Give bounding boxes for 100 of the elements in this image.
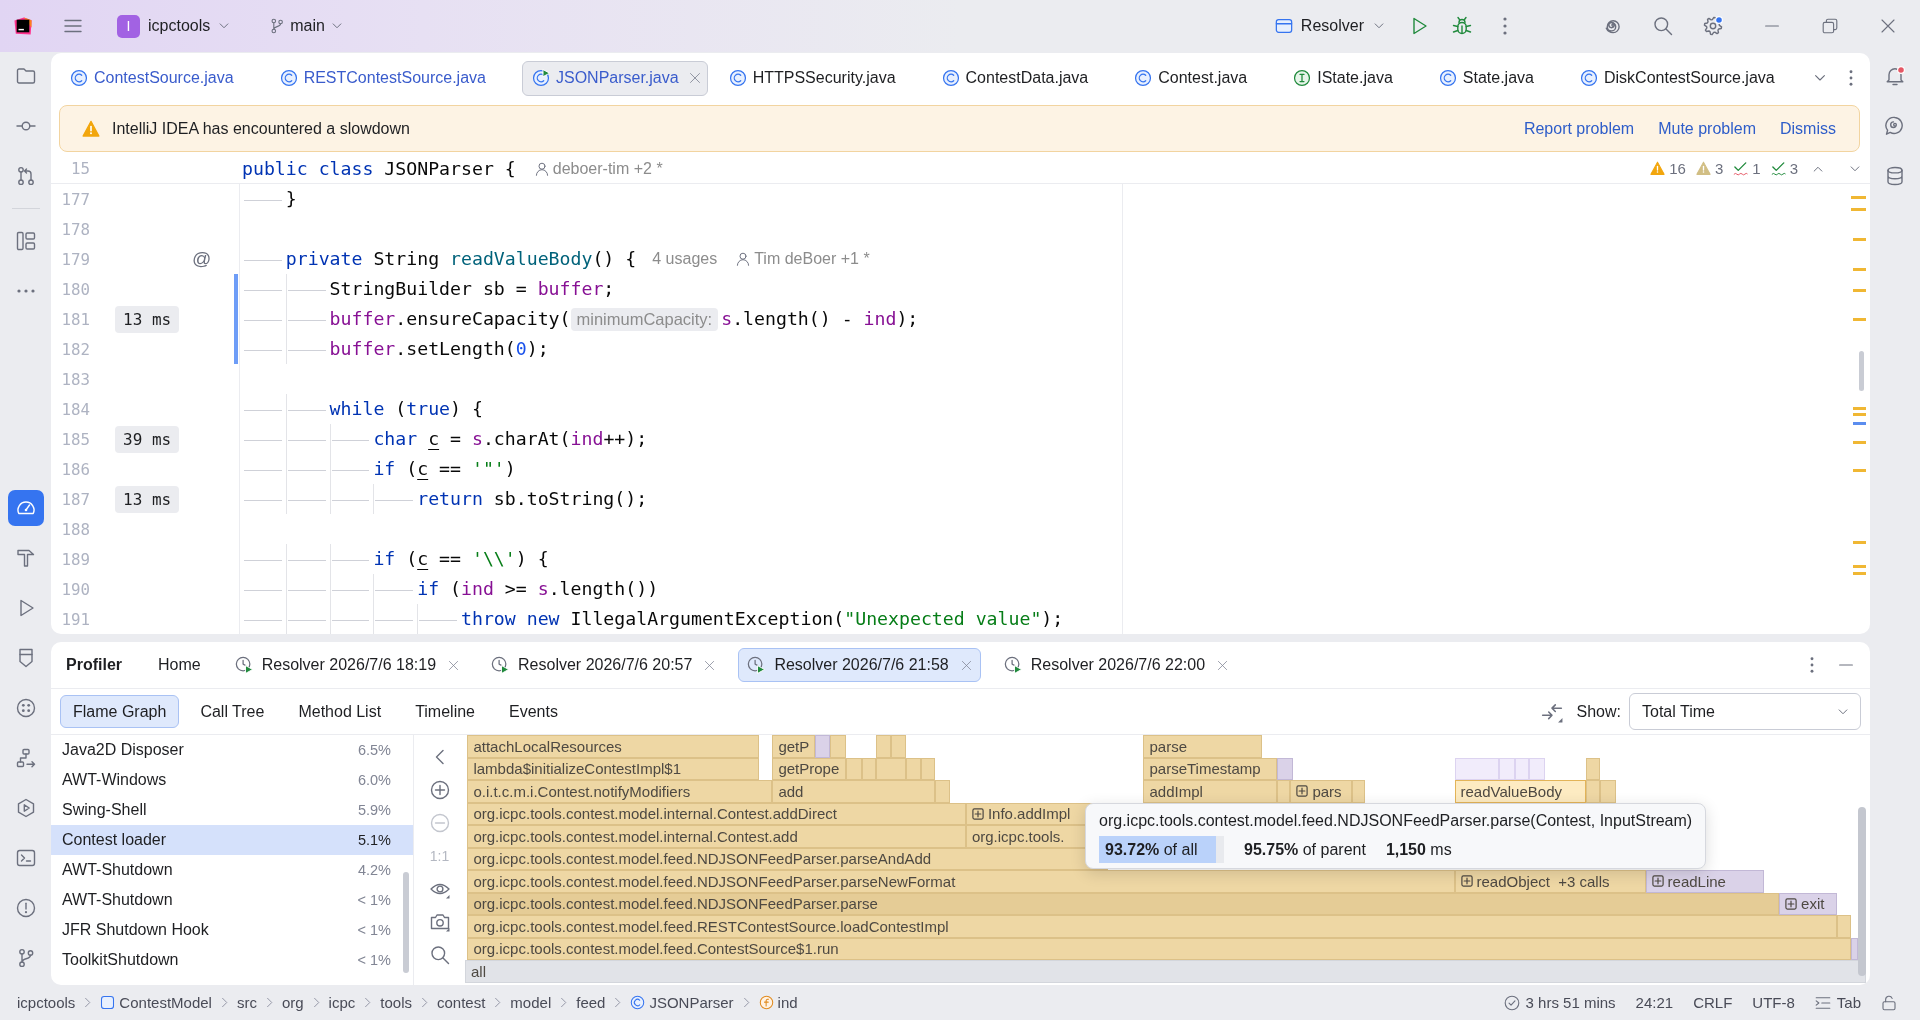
flame-frame[interactable]: org.icpc.tools.contest.model.feed.NDJSONFeedParser.parse — [467, 892, 1780, 915]
close-icon[interactable] — [1880, 18, 1896, 34]
inspection-counter[interactable]: 3 — [1770, 160, 1798, 177]
unlock-icon[interactable] — [1881, 994, 1897, 1011]
view-tab[interactable]: Call Tree — [187, 695, 278, 728]
expand-icon[interactable] — [971, 807, 984, 820]
flame-frame[interactable]: org.icpc.tools.contest.model.feed.ContestSource$1.run — [467, 937, 1852, 960]
gauge-icon[interactable] — [7, 490, 44, 526]
breadcrumb[interactable]: ContestModel — [100, 994, 212, 1011]
banner-link[interactable]: Dismiss — [1780, 119, 1836, 138]
inspection-counter[interactable]: 1 — [1733, 160, 1761, 177]
settings-icon[interactable] — [1703, 16, 1723, 36]
search-icon[interactable] — [1653, 16, 1673, 36]
editor-tab[interactable]: HTTPSSecurity.java — [718, 60, 921, 96]
view-tab[interactable]: Timeline — [402, 695, 488, 728]
close-icon[interactable] — [960, 659, 972, 671]
flame-frame[interactable]: org.icpc.tools.contest.model.feed.RESTContestSource.loadContestImpl — [467, 915, 1837, 938]
terminal-icon[interactable] — [15, 848, 36, 868]
change-marker[interactable] — [234, 304, 238, 334]
thread-row[interactable]: AWT-Shutdown 4.2% — [51, 855, 413, 885]
thread-row[interactable]: Java2D Disposer 6.5% — [51, 735, 413, 765]
bell-icon[interactable] — [1885, 66, 1905, 86]
editor-tab[interactable]: ContestSource.java — [60, 60, 259, 96]
file-encoding[interactable]: UTF-8 — [1752, 994, 1795, 1011]
play-hexagon-icon[interactable] — [15, 798, 36, 818]
editor-tab[interactable]: DiskContestSource.java — [1569, 60, 1800, 96]
dots-circle-icon[interactable] — [15, 698, 36, 718]
flame-frame[interactable]: parse — [1143, 735, 1263, 758]
thread-row[interactable]: AWT-Windows 6.0% — [51, 765, 413, 795]
profiler-tab[interactable]: Resolver 2026/7/6 18:19 — [225, 648, 469, 682]
scrollbar-thumb[interactable] — [403, 872, 409, 973]
flame-frame[interactable]: add — [772, 780, 936, 803]
run-configuration-selector[interactable]: Resolver — [1274, 17, 1386, 35]
app-logo[interactable] — [14, 17, 32, 35]
expand-icon[interactable] — [1785, 897, 1798, 910]
vcs-time[interactable]: 3 hrs 51 mins — [1503, 994, 1616, 1011]
flame-frame[interactable]: o.i.t.c.m.i.Contest.notifyModifiers — [467, 780, 773, 803]
branch-selector[interactable]: main — [269, 17, 344, 35]
editor-tab[interactable]: JSONParser.java — [521, 60, 708, 96]
restore-icon[interactable] — [1822, 18, 1838, 34]
structure-icon[interactable] — [15, 231, 36, 251]
thread-row[interactable]: Swing-Shell 5.9% — [51, 795, 413, 825]
bug-icon[interactable] — [1452, 16, 1472, 36]
thread-row[interactable]: JFR Shutdown Hook < 1% — [51, 915, 413, 945]
breadcrumb[interactable]: icpctools — [17, 994, 76, 1011]
flame-frame[interactable]: all — [465, 960, 1866, 983]
profiler-tab[interactable]: Resolver 2026/7/6 22:00 — [994, 648, 1238, 682]
flame-frame[interactable]: pars — [1290, 780, 1352, 803]
view-tab[interactable]: Method List — [285, 695, 395, 728]
expand-icon[interactable] — [1460, 875, 1473, 888]
flame-frame[interactable]: org.icpc.tools.contest.model.feed.NDJSONFeedParser.parseNewFormat — [467, 870, 1455, 893]
breadcrumb[interactable]: ind — [758, 994, 798, 1011]
view-tab[interactable]: Flame Graph — [60, 695, 180, 728]
caret-position[interactable]: 24:21 — [1635, 994, 1674, 1011]
expand-icon[interactable] — [1651, 875, 1664, 888]
gutter-marker[interactable]: @ — [192, 248, 212, 270]
flame-frame[interactable]: getPrope — [772, 757, 846, 780]
profiler-tab[interactable]: Home — [147, 648, 212, 682]
flame-frame[interactable]: getP — [772, 735, 816, 758]
flame-frame[interactable]: readObject +3 calls — [1454, 870, 1646, 893]
banner-link[interactable]: Report problem — [1523, 119, 1635, 138]
change-marker[interactable] — [234, 334, 238, 364]
breadcrumb[interactable]: src — [236, 994, 257, 1011]
chat-bubble-icon[interactable] — [1885, 116, 1905, 136]
close-icon[interactable] — [448, 659, 460, 671]
database-icon[interactable] — [1885, 166, 1905, 186]
flame-frame[interactable]: readValueBody — [1454, 780, 1586, 803]
camera-icon[interactable] — [429, 912, 450, 932]
banner-link[interactable]: Mute problem — [1658, 119, 1756, 138]
scrollbar-thumb[interactable] — [1858, 807, 1866, 976]
flame-frame[interactable]: exit — [1779, 892, 1837, 915]
editor-tab[interactable]: IState.java — [1283, 60, 1418, 96]
flame-frame[interactable] — [1600, 780, 1617, 803]
editor-tab[interactable]: ContestData.java — [931, 60, 1114, 96]
change-marker[interactable] — [234, 274, 238, 304]
flame-frame[interactable] — [1851, 937, 1859, 960]
close-icon[interactable] — [1217, 659, 1229, 671]
thread-row[interactable]: Contest loader 5.1% — [51, 825, 413, 855]
breadcrumb[interactable]: tools — [380, 994, 412, 1011]
close-icon[interactable] — [688, 72, 701, 84]
thread-row[interactable]: ToolkitShutdown < 1% — [51, 945, 413, 975]
breadcrumb[interactable]: org — [281, 994, 304, 1011]
thread-row[interactable]: AWT-Shutdown < 1% — [51, 885, 413, 915]
exclamation-circle-icon[interactable] — [15, 898, 36, 918]
editor-tab[interactable]: State.java — [1428, 60, 1559, 96]
flame-frame[interactable]: parseTimestamp — [1143, 757, 1277, 780]
flame-frame[interactable]: addImpl — [1143, 780, 1277, 803]
close-icon[interactable] — [704, 659, 716, 671]
hierarchy-icon[interactable] — [15, 748, 36, 768]
flame-frame[interactable]: lambda$initializeContestImpl$1 — [467, 757, 759, 780]
line-separator[interactable]: CRLF — [1693, 994, 1733, 1011]
breadcrumb[interactable]: model — [510, 994, 552, 1011]
search-icon[interactable] — [429, 945, 450, 965]
flame-frame[interactable]: org.icpc.tools.contest.model.internal.Contest.add — [467, 825, 966, 848]
breadcrumb[interactable]: icpc — [328, 994, 356, 1011]
inspection-counter[interactable]: 16 — [1650, 160, 1686, 177]
project-selector[interactable]: I icpctools — [117, 14, 232, 38]
breadcrumb[interactable]: JSONParser — [630, 994, 734, 1011]
zoom-in-icon[interactable] — [429, 780, 450, 800]
indent-setting[interactable]: Tab — [1814, 994, 1861, 1011]
